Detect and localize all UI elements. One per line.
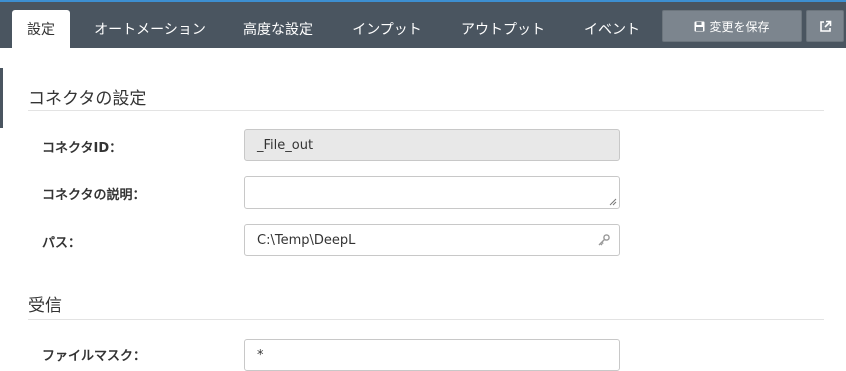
connector-id-field: _File_out bbox=[244, 129, 620, 161]
tab-label: オートメーション bbox=[94, 22, 206, 38]
path-label: パス： bbox=[42, 236, 82, 251]
file-mask-value: * bbox=[257, 348, 264, 363]
connector-description-textarea[interactable] bbox=[244, 176, 620, 209]
connector-id-label: コネクタID： bbox=[42, 141, 123, 156]
section-title-connector: コネクタの設定 bbox=[28, 89, 147, 109]
tab-label: 設定 bbox=[27, 22, 55, 38]
tab-label: 高度な設定 bbox=[243, 22, 313, 38]
section-title-receive: 受信 bbox=[28, 296, 62, 316]
section-divider bbox=[28, 110, 824, 111]
tab-settings[interactable]: 設定 bbox=[12, 10, 70, 48]
key-icon[interactable] bbox=[597, 233, 611, 247]
top-accent-line bbox=[0, 0, 846, 2]
external-link-button[interactable] bbox=[806, 10, 844, 42]
path-value: C:\Temp\DeepL bbox=[257, 232, 356, 248]
path-input[interactable]: C:\Temp\DeepL bbox=[244, 224, 620, 256]
top-nav-bar: 設定 オートメーション 高度な設定 インプット アウトプット イベント 変更を保… bbox=[0, 0, 846, 48]
tab-events[interactable]: イベント bbox=[572, 10, 652, 48]
tab-label: アウトプット bbox=[461, 22, 545, 38]
tab-advanced[interactable]: 高度な設定 bbox=[230, 10, 326, 48]
tab-input[interactable]: インプット bbox=[340, 10, 434, 48]
floppy-disk-icon bbox=[694, 21, 705, 31]
tab-label: イベント bbox=[584, 22, 640, 38]
connector-id-value: _File_out bbox=[257, 137, 314, 153]
section-divider bbox=[28, 319, 824, 320]
left-edge-indicator bbox=[0, 68, 3, 128]
tab-output[interactable]: アウトプット bbox=[448, 10, 558, 48]
tab-automation[interactable]: オートメーション bbox=[84, 10, 216, 48]
save-changes-button[interactable]: 変更を保存 bbox=[662, 10, 802, 42]
file-mask-label: ファイルマスク： bbox=[42, 349, 147, 364]
file-mask-input[interactable]: * bbox=[244, 339, 620, 371]
resize-grip-icon[interactable] bbox=[609, 198, 617, 206]
save-button-label: 変更を保存 bbox=[709, 19, 770, 34]
tab-label: インプット bbox=[352, 22, 422, 38]
connector-description-label: コネクタの説明： bbox=[42, 188, 146, 203]
external-link-icon bbox=[819, 20, 831, 32]
